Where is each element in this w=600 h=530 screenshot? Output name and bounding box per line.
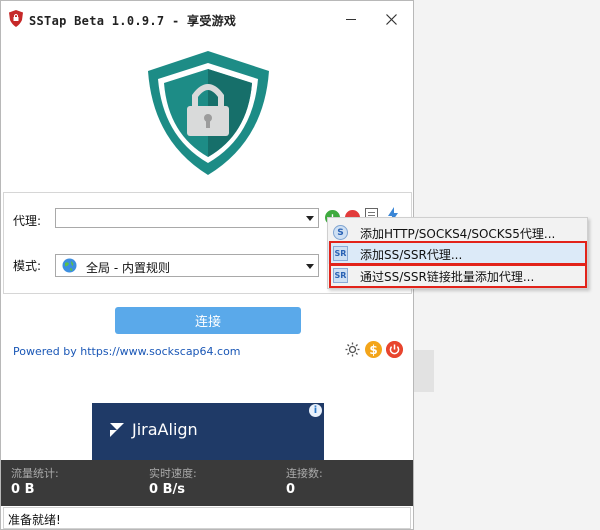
highlight-box <box>329 241 587 265</box>
proxy-label: 代理: <box>13 214 42 228</box>
connections-label: 连接数: <box>286 467 323 480</box>
minimize-button[interactable] <box>336 5 366 33</box>
mode-dropdown[interactable]: 全局 - 内置规则 <box>55 254 319 277</box>
speed-label: 实时速度: <box>149 467 197 480</box>
menu-item-label: 添加HTTP/SOCKS4/SOCKS5代理... <box>360 227 556 241</box>
s-proxy-icon: S <box>333 225 348 240</box>
connections-value: 0 <box>286 482 296 497</box>
app-shield-icon <box>9 10 23 27</box>
chevron-down-icon <box>306 216 314 221</box>
jira-align-logo <box>110 423 124 437</box>
connect-button[interactable]: 连接 <box>115 307 301 334</box>
speed-value: 0 B/s <box>149 482 185 497</box>
info-icon[interactable]: i <box>309 404 322 417</box>
close-button[interactable] <box>376 5 406 33</box>
globe-icon <box>62 258 77 273</box>
dollar-icon[interactable]: $ <box>365 341 382 358</box>
traffic-label: 流量统计: <box>11 467 59 480</box>
gear-icon[interactable] <box>344 341 361 358</box>
ad-brand-text: JiraAlign <box>132 420 198 439</box>
stats-bar: 流量统计: 0 B 实时速度: 0 B/s 连接数: 0 <box>1 460 413 506</box>
status-text: 准备就绪! <box>8 513 61 527</box>
traffic-value: 0 B <box>11 482 35 497</box>
title-bar[interactable]: SSTap Beta 1.0.9.7 - 享受游戏 <box>1 1 413 37</box>
power-icon[interactable] <box>386 341 403 358</box>
minimize-icon <box>346 18 356 20</box>
powered-by-link[interactable]: Powered by https://www.sockscap64.com <box>13 345 241 358</box>
highlight-box <box>329 264 587 288</box>
chevron-down-icon <box>306 264 314 269</box>
shield-lock-logo <box>148 51 269 175</box>
menu-item-add-http-socks-proxy[interactable]: S 添加HTTP/SOCKS4/SOCKS5代理... <box>328 221 587 243</box>
background-window-strip <box>414 350 434 392</box>
proxy-dropdown[interactable] <box>55 208 319 228</box>
status-bar: 准备就绪! <box>3 507 411 529</box>
ad-banner[interactable]: JiraAlign i <box>92 403 324 460</box>
mode-label: 模式: <box>13 259 42 273</box>
close-icon <box>385 13 397 25</box>
mode-value: 全局 - 内置规则 <box>86 261 170 275</box>
window-title: SSTap Beta 1.0.9.7 - 享受游戏 <box>29 14 237 28</box>
